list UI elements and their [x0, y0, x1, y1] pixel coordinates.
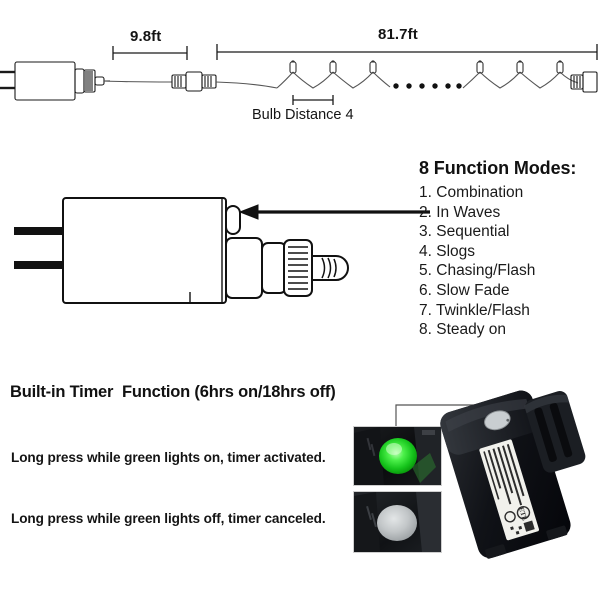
infographic-canvas: 9.8ft 81.7ft Bulb Distance 4 8 Function … — [0, 0, 600, 600]
photo-button-green-lit — [353, 426, 442, 486]
photo-power-adapter: ETL — [440, 386, 600, 562]
photo-button-unlit — [353, 491, 442, 553]
